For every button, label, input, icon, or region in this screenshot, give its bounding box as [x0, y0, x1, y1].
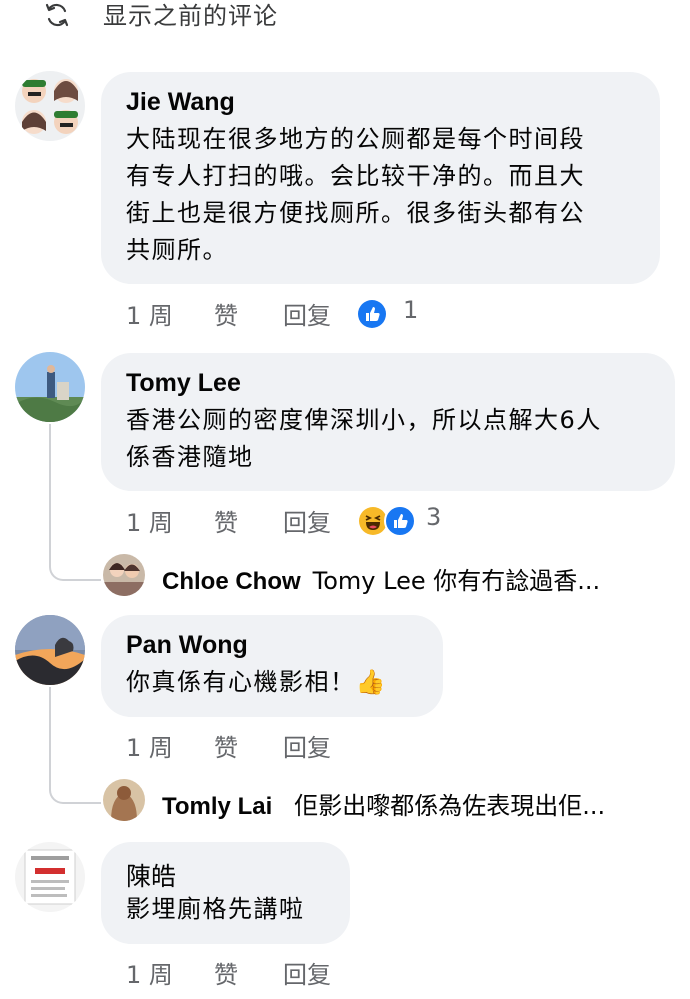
comment-text: 你真係有心機影相！👍 [126, 664, 387, 701]
comment-line: 共厕所。 [126, 236, 228, 264]
reaction-count[interactable]: 1 [403, 296, 418, 324]
reply-preview[interactable]: Chloe Chow Tomy Lee 你有冇諗過香... [162, 561, 600, 596]
like-button[interactable]: 赞 [214, 296, 238, 331]
like-button[interactable]: 赞 [214, 955, 238, 990]
comment-line: 有专人打扫的哦。会比较干净的。而且大 [126, 162, 585, 190]
avatar[interactable] [15, 842, 85, 912]
comment-line: 你真係有心機影相！👍 [126, 668, 387, 696]
like-reaction-icon[interactable] [384, 505, 416, 537]
like-button[interactable]: 赞 [214, 503, 238, 538]
refresh-icon [44, 2, 70, 28]
comment-author[interactable]: Pan Wong [126, 631, 248, 660]
comment-time[interactable]: 1 周 [126, 503, 173, 538]
comment-line: 街上也是很方便找厕所。很多街头都有公 [126, 199, 585, 227]
comment-meta: 1 周 赞 回复 [0, 728, 690, 762]
reply-button[interactable]: 回复 [283, 503, 331, 538]
comment-meta: 1 周 赞 回复 [0, 955, 690, 989]
avatar[interactable] [15, 615, 85, 685]
comment-text: 影埋廁格先講啦 [126, 891, 305, 928]
like-button[interactable]: 赞 [214, 728, 238, 763]
show-previous-comments[interactable]: 显示之前的评论 [0, 0, 690, 40]
avatar[interactable] [15, 352, 85, 422]
comment-meta: 1 周 赞 回复 1 [0, 296, 690, 330]
thread-connector [49, 687, 101, 804]
comment-time[interactable]: 1 周 [126, 955, 173, 990]
comment-author[interactable]: Jie Wang [126, 88, 235, 117]
comment-line: 係香港隨地 [126, 443, 254, 471]
reply-text: 佢影出嚟都係為佐表現出佢... [294, 792, 606, 820]
reply-author[interactable]: Tomly Lai [162, 793, 272, 820]
reply-button[interactable]: 回复 [283, 728, 331, 763]
reply-button[interactable]: 回复 [283, 296, 331, 331]
comment-line: 香港公厕的密度俾深圳小，所以点解大6人 [126, 406, 602, 434]
reaction-count[interactable]: 3 [426, 503, 441, 531]
comment-text: 香港公厕的密度俾深圳小，所以点解大6人 係香港隨地 [126, 402, 602, 476]
comment-line: 大陆现在很多地方的公厕都是每个时间段 [126, 125, 585, 153]
reply-button[interactable]: 回复 [283, 955, 331, 990]
comment-meta: 1 周 赞 回复 3 [0, 503, 690, 537]
show-previous-label: 显示之前的评论 [103, 2, 278, 30]
comment-author[interactable]: 陳皓 [126, 857, 176, 893]
reply-avatar[interactable] [103, 554, 145, 596]
thread-connector [49, 424, 101, 581]
reply-text: Tomy Lee 你有冇諗過香... [312, 567, 601, 595]
comment-time[interactable]: 1 周 [126, 728, 173, 763]
like-reaction-icon[interactable] [358, 300, 386, 328]
reply-avatar[interactable] [103, 779, 145, 821]
haha-reaction-icon[interactable] [359, 507, 387, 535]
reply-preview[interactable]: Tomly Lai 佢影出嚟都係為佐表現出佢... [162, 786, 605, 821]
avatar[interactable] [15, 71, 85, 141]
reply-author[interactable]: Chloe Chow [162, 568, 301, 595]
comment-text: 大陆现在很多地方的公厕都是每个时间段 有专人打扫的哦。会比较干净的。而且大 街上… [126, 121, 585, 269]
comment-time[interactable]: 1 周 [126, 296, 173, 331]
comment-author[interactable]: Tomy Lee [126, 369, 241, 398]
comment-line: 影埋廁格先講啦 [126, 895, 305, 923]
